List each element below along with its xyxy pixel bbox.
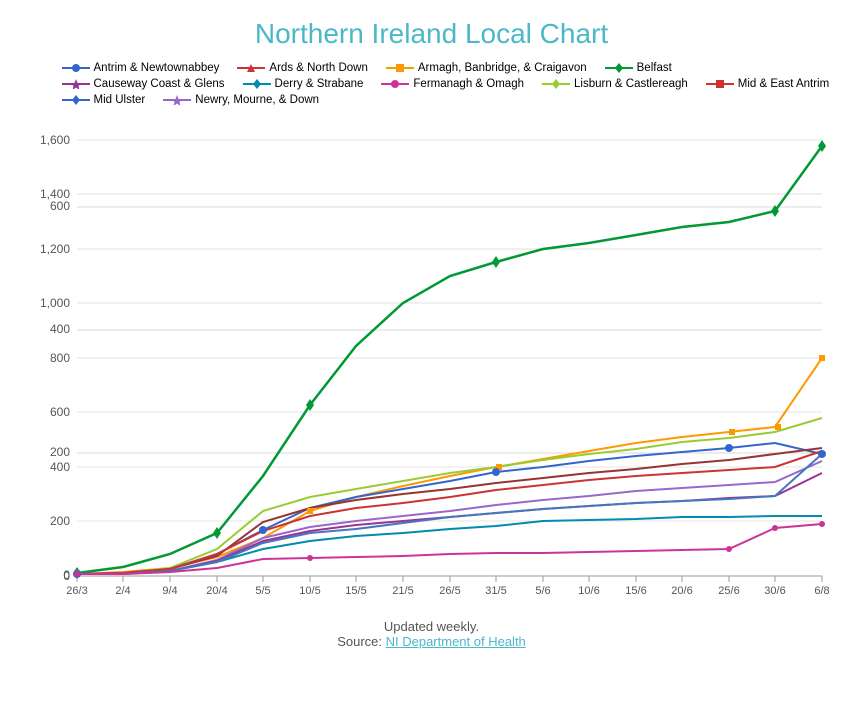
- svg-text:15/6: 15/6: [625, 585, 646, 597]
- legend-item-armagh: Armagh, Banbridge, & Craigavon: [386, 62, 587, 74]
- svg-text:5/6: 5/6: [535, 585, 550, 597]
- chart-footer: Updated weekly. Source: NI Department of…: [337, 619, 526, 649]
- chart-svg: 0 200 400 600: [22, 116, 842, 606]
- svg-text:21/5: 21/5: [392, 585, 413, 597]
- svg-text:200: 200: [49, 445, 69, 459]
- chart-legend: Antrim & Newtownabbey Ards & North Down …: [22, 62, 842, 106]
- svg-text:1,000: 1,000: [39, 296, 69, 310]
- svg-text:800: 800: [49, 351, 69, 365]
- svg-text:5/5: 5/5: [255, 585, 270, 597]
- svg-text:26/3: 26/3: [66, 585, 87, 597]
- page-container: Northern Ireland Local Chart Antrim & Ne…: [0, 0, 863, 725]
- legend-item-belfast: Belfast: [605, 62, 672, 74]
- legend-item-newry: Newry, Mourne, & Down: [163, 94, 319, 106]
- svg-text:20/4: 20/4: [206, 585, 227, 597]
- svg-text:6/8: 6/8: [814, 585, 829, 597]
- svg-text:1,600: 1,600: [39, 133, 69, 147]
- svg-text:25/6: 25/6: [718, 585, 739, 597]
- legend-item-mid-ulster: Mid Ulster: [62, 94, 146, 106]
- source-text: Source: NI Department of Health: [337, 634, 526, 649]
- svg-text:2/4: 2/4: [115, 585, 130, 597]
- source-link[interactable]: NI Department of Health: [386, 634, 526, 649]
- legend-item-mid-east: Mid & East Antrim: [706, 78, 829, 90]
- svg-text:10/5: 10/5: [299, 585, 320, 597]
- svg-text:400: 400: [49, 322, 69, 336]
- svg-text:9/4: 9/4: [162, 585, 177, 597]
- svg-text:26/5: 26/5: [439, 585, 460, 597]
- legend-item-lisburn: Lisburn & Castlereagh: [542, 78, 688, 90]
- svg-text:1,200: 1,200: [39, 242, 69, 256]
- legend-item-fermanagh: Fermanagh & Omagh: [381, 78, 524, 90]
- svg-text:600: 600: [49, 199, 69, 213]
- legend-item-derry: Derry & Strabane: [243, 78, 364, 90]
- svg-text:20/6: 20/6: [671, 585, 692, 597]
- svg-text:30/6: 30/6: [764, 585, 785, 597]
- svg-text:400: 400: [49, 460, 69, 474]
- svg-text:600: 600: [49, 405, 69, 419]
- svg-text:200: 200: [49, 514, 69, 528]
- legend-item-ards: Ards & North Down: [237, 62, 367, 74]
- svg-text:1,400: 1,400: [39, 187, 69, 201]
- chart-title: Northern Ireland Local Chart: [255, 18, 608, 50]
- updated-text: Updated weekly.: [337, 619, 526, 634]
- svg-text:31/5: 31/5: [485, 585, 506, 597]
- svg-text:0: 0: [63, 569, 70, 583]
- legend-item-antrim: Antrim & Newtownabbey: [62, 62, 220, 74]
- legend-item-causeway: Causeway Coast & Glens: [62, 78, 225, 90]
- chart-area: 0 200 400 600: [22, 116, 842, 611]
- svg-text:15/5: 15/5: [345, 585, 366, 597]
- svg-text:10/6: 10/6: [578, 585, 599, 597]
